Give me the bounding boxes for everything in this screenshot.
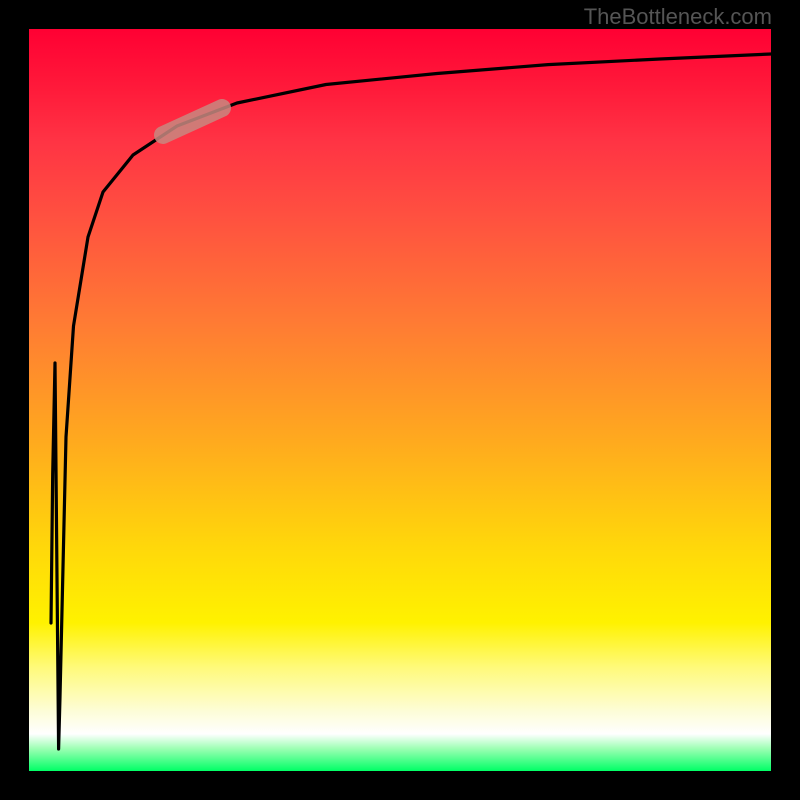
bottleneck-curve (51, 54, 771, 749)
highlight-segment (163, 108, 222, 135)
curve-svg (29, 29, 771, 771)
chart-container: TheBottleneck.com (0, 0, 800, 800)
plot-area (29, 29, 771, 771)
watermark-text: TheBottleneck.com (584, 4, 772, 30)
